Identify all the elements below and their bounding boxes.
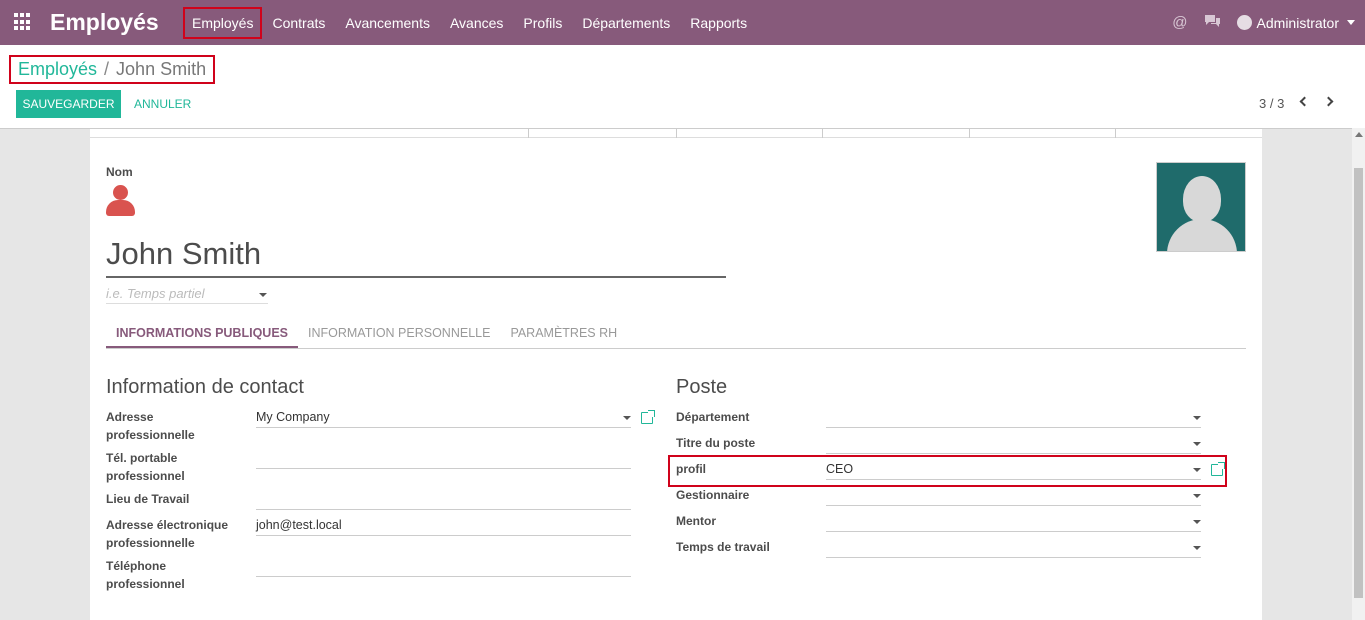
employee-photo[interactable]: [1156, 162, 1246, 252]
menu-item-avances[interactable]: Avances: [440, 7, 513, 39]
pager-next-button[interactable]: [1323, 96, 1334, 108]
at-icon[interactable]: @: [1172, 14, 1187, 31]
breadcrumb-current: John Smith: [116, 59, 207, 79]
form-statusbar: [90, 129, 1262, 138]
mobile-phone-field[interactable]: [256, 449, 631, 469]
menu-item-contrats[interactable]: Contrats: [262, 7, 335, 39]
menu-item-avancements[interactable]: Avancements: [335, 7, 440, 39]
working-time-label: Temps de travail: [676, 540, 770, 554]
user-name: Administrator: [1256, 14, 1339, 31]
top-navbar: Employés Employés Contrats Avancements A…: [0, 0, 1365, 45]
working-time-field[interactable]: [826, 538, 1201, 558]
work-phone-label: Téléphone professionnel: [106, 559, 185, 591]
breadcrumb-parent-link[interactable]: Employés: [18, 59, 97, 80]
pager-value: 3 / 3: [1259, 96, 1285, 111]
app-grid-icon[interactable]: [14, 13, 32, 31]
work-email-label: Adresse électronique professionnelle: [106, 518, 229, 550]
position-section-title: Poste: [676, 376, 728, 398]
work-location-field[interactable]: [256, 490, 631, 510]
scrollbar-thumb[interactable]: [1354, 168, 1363, 598]
menu-item-employes[interactable]: Employés: [183, 6, 263, 39]
app-title: Employés: [50, 9, 159, 35]
breadcrumb: Employés / John Smith: [9, 55, 216, 84]
scrollbar[interactable]: [1352, 128, 1365, 620]
job-title-label: Titre du poste: [676, 436, 756, 450]
profile-highlight-box: [668, 455, 1227, 487]
avatar: [1236, 15, 1252, 30]
discard-button[interactable]: ANNULER: [134, 90, 191, 118]
tab-information-personnelle[interactable]: INFORMATION PERSONNELLE: [298, 319, 500, 348]
work-email-field[interactable]: john@test.local: [256, 516, 631, 536]
chevron-down-icon[interactable]: [623, 416, 631, 420]
breadcrumb-separator: /: [104, 59, 110, 79]
form-tabs: INFORMATIONS PUBLIQUES INFORMATION PERSO…: [106, 319, 1246, 349]
department-label: Département: [676, 410, 750, 424]
user-menu[interactable]: Administrator: [1236, 14, 1355, 31]
chevron-left-icon: [1299, 96, 1310, 107]
menu-item-departements[interactable]: Départements: [572, 7, 680, 39]
mentor-field[interactable]: [826, 512, 1201, 532]
chevron-down-icon[interactable]: [1193, 416, 1201, 420]
chevron-down-icon[interactable]: [1193, 494, 1201, 498]
job-type-select[interactable]: i.e. Temps partiel: [106, 286, 268, 304]
scroll-up-arrow-icon[interactable]: [1355, 132, 1363, 137]
pager-previous-button[interactable]: [1299, 96, 1310, 108]
external-link-icon[interactable]: [641, 410, 655, 424]
main-menu: Employés Contrats Avancements Avances Pr…: [183, 0, 757, 45]
contact-section-title: Information de contact: [106, 376, 304, 398]
chat-icon[interactable]: [1204, 14, 1221, 32]
chevron-down-icon[interactable]: [1193, 520, 1201, 524]
chevron-down-icon[interactable]: [259, 293, 267, 297]
job-title-field[interactable]: [826, 434, 1201, 454]
menu-item-profils[interactable]: Profils: [513, 7, 572, 39]
chevron-down-icon[interactable]: [1193, 546, 1201, 550]
mobile-phone-label: Tél. portable professionnel: [106, 451, 185, 483]
chevron-right-icon: [1323, 96, 1334, 107]
save-button[interactable]: SAUVEGARDER: [16, 90, 121, 118]
tab-informations-publiques[interactable]: INFORMATIONS PUBLIQUES: [106, 319, 298, 348]
employee-name-field[interactable]: John Smith: [106, 235, 726, 278]
form-sheet: Nom John Smith i.e. Temps partiel INFORM…: [90, 138, 1262, 620]
work-address-label: Adresse professionnelle: [106, 410, 195, 442]
manager-label: Gestionnaire: [676, 488, 750, 502]
navbar-right: @ Administrator: [1172, 0, 1355, 45]
tab-parametres-rh[interactable]: PARAMÈTRES RH: [500, 319, 627, 348]
chevron-down-icon: [1347, 20, 1355, 25]
work-phone-field[interactable]: [256, 557, 631, 577]
manager-field[interactable]: [826, 486, 1201, 506]
menu-item-rapports[interactable]: Rapports: [680, 7, 757, 39]
work-address-field[interactable]: My Company: [256, 408, 631, 428]
department-field[interactable]: [826, 408, 1201, 428]
chevron-down-icon[interactable]: [1193, 442, 1201, 446]
work-location-label: Lieu de Travail: [106, 492, 190, 506]
name-label: Nom: [106, 165, 133, 179]
user-icon: [106, 185, 135, 217]
mentor-label: Mentor: [676, 514, 716, 528]
